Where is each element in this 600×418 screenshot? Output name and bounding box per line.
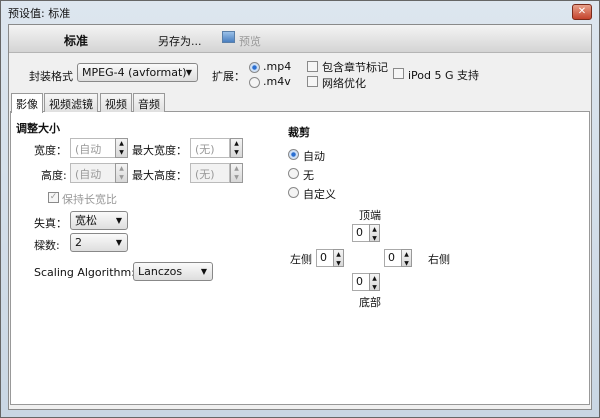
chapter-markers-checkbox[interactable]	[307, 61, 318, 72]
crop-left-input[interactable]: 0 ▲ ▼	[316, 249, 344, 267]
height-spinner[interactable]: ▲ ▼	[115, 163, 128, 183]
tab-video[interactable]: 视频	[100, 93, 132, 112]
scaling-select[interactable]: Lanczos ▼	[133, 262, 213, 281]
crop-top-spinner[interactable]: ▲ ▼	[369, 224, 380, 242]
toolbar	[9, 25, 591, 53]
chevron-down-icon: ▼	[185, 68, 192, 77]
crop-auto-radio[interactable]	[288, 149, 299, 160]
resize-heading: 调整大小	[16, 122, 60, 135]
chevron-down-icon: ▼	[200, 267, 207, 276]
web-optimize-label: 网络优化	[322, 77, 366, 90]
crop-top-value: 0	[356, 226, 363, 239]
crop-bottom-label: 底部	[359, 296, 381, 309]
tab-video-filters[interactable]: 视频滤镜	[44, 93, 98, 112]
anamorphic-select[interactable]: 宽松 ▼	[70, 211, 128, 230]
format-select[interactable]: MPEG-4 (avformat) ▼	[77, 63, 198, 82]
ext-mp4-radio[interactable]	[249, 62, 260, 73]
scaling-label: Scaling Algorithm:	[34, 266, 135, 279]
height-label: 高度:	[41, 169, 67, 182]
max-width-spinner[interactable]: ▲ ▼	[230, 138, 243, 158]
max-height-input[interactable]: (无)	[190, 163, 230, 183]
ext-m4v-label: .m4v	[263, 75, 291, 88]
format-value: MPEG-4 (avformat)	[82, 66, 187, 79]
crop-top-label: 顶端	[359, 209, 381, 222]
window-title: 预设值: 标准	[8, 7, 71, 20]
modulus-label: 樑数:	[34, 239, 60, 252]
crop-none-label: 无	[303, 169, 314, 182]
keep-aspect-label: 保持长宽比	[62, 193, 117, 206]
max-width-label: 最大宽度：	[132, 144, 187, 157]
chapter-markers-label: 包含章节标记	[322, 61, 388, 74]
crop-right-value: 0	[388, 251, 395, 264]
crop-top-input[interactable]: 0 ▲ ▼	[352, 224, 380, 242]
chevron-down-icon: ▼	[115, 238, 122, 247]
crop-bottom-value: 0	[356, 275, 363, 288]
crop-auto-label: 自动	[303, 150, 325, 163]
anamorphic-label: 失真：	[34, 217, 67, 230]
save-as-button[interactable]: 另存为...	[158, 33, 202, 49]
format-label: 封装格式	[29, 70, 73, 83]
web-optimize-checkbox[interactable]	[307, 76, 318, 87]
crop-right-spinner[interactable]: ▲ ▼	[401, 249, 412, 267]
crop-bottom-input[interactable]: 0 ▲ ▼	[352, 273, 380, 291]
ipod-checkbox[interactable]	[393, 68, 404, 79]
crop-bottom-spinner[interactable]: ▲ ▼	[369, 273, 380, 291]
ipod-label: iPod 5 G 支持	[408, 69, 480, 82]
crop-left-value: 0	[320, 251, 327, 264]
width-input[interactable]: (自动	[70, 138, 116, 158]
ext-mp4-label: .mp4	[263, 60, 292, 73]
tab-audio[interactable]: 音频	[133, 93, 165, 112]
crop-heading: 裁剪	[288, 126, 310, 139]
ext-m4v-radio[interactable]	[249, 77, 260, 88]
width-label: 宽度：	[34, 144, 67, 157]
modulus-select[interactable]: 2 ▼	[70, 233, 128, 252]
crop-custom-label: 自定义	[303, 188, 336, 201]
extension-label: 扩展：	[212, 70, 245, 83]
height-input[interactable]: (自动	[70, 163, 116, 183]
max-height-label: 最大高度：	[132, 169, 187, 182]
crop-custom-radio[interactable]	[288, 187, 299, 198]
max-height-spinner[interactable]: ▲ ▼	[230, 163, 243, 183]
crop-left-spinner[interactable]: ▲ ▼	[333, 249, 344, 267]
scaling-value: Lanczos	[138, 265, 183, 278]
chevron-down-icon: ▼	[115, 216, 122, 225]
preset-name: 标准	[64, 34, 89, 48]
crop-right-input[interactable]: 0 ▲ ▼	[384, 249, 412, 267]
crop-left-label: 左侧	[290, 253, 312, 266]
max-width-input[interactable]: (无)	[190, 138, 230, 158]
anamorphic-value: 宽松	[75, 214, 97, 227]
crop-none-radio[interactable]	[288, 168, 299, 179]
tab-picture[interactable]: 影像	[11, 93, 43, 113]
preview-button[interactable]: 预览	[239, 33, 261, 49]
keep-aspect-checkbox[interactable]: ✓	[48, 192, 59, 203]
preview-icon	[222, 31, 235, 43]
close-button[interactable]: ✕	[572, 4, 592, 20]
crop-right-label: 右侧	[428, 253, 450, 266]
modulus-value: 2	[75, 236, 82, 249]
width-spinner[interactable]: ▲ ▼	[115, 138, 128, 158]
